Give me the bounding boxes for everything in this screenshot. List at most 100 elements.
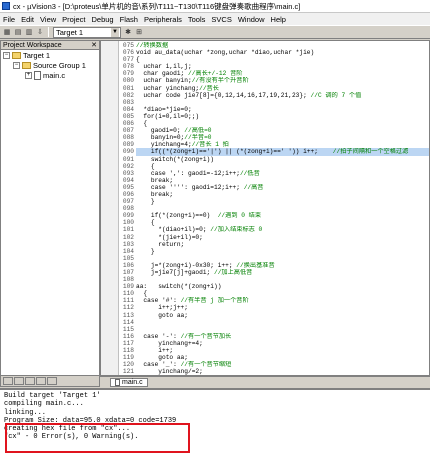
tab-books[interactable] [25, 377, 35, 385]
code-line[interactable]: 102 *(jie+il)=0; [119, 234, 429, 241]
code-line[interactable]: 101 *(diao+il)=0; //加入结束标志 0 [119, 226, 429, 233]
code-line[interactable]: 105 [119, 254, 429, 262]
code-line[interactable]: 075//转换数据 [119, 42, 429, 49]
menu-help[interactable]: Help [268, 15, 289, 24]
code-line[interactable]: 082 uchar code jie7[8]={0,12,14,16,17,19… [119, 92, 429, 99]
menu-svcs[interactable]: SVCS [208, 15, 234, 24]
line-text: goto aa; [136, 354, 188, 362]
code-line[interactable]: 114 [119, 319, 429, 326]
code-line[interactable]: 119 goto aa; [119, 354, 429, 362]
line-number: 099 [122, 212, 134, 220]
tab-templates[interactable] [47, 377, 57, 385]
code-line[interactable]: 081 uchar yinchang;//音长 [119, 85, 429, 92]
line-number: 091 [122, 155, 134, 163]
line-number: 093 [122, 169, 134, 177]
tab-files[interactable] [3, 377, 13, 385]
project-workspace: Project Workspace ✕ − Target 1 − Source … [0, 40, 100, 387]
code-line[interactable]: 118 i++; [119, 347, 429, 354]
code-line[interactable]: 106 j=*(zong+i)-0x30; i++; //换出基准音 [119, 262, 429, 269]
code-line[interactable]: 113 goto aa; [119, 311, 429, 319]
line-number: 078 [122, 63, 134, 71]
menu-view[interactable]: View [37, 15, 59, 24]
tree-item-source-group[interactable]: − Source Group 1 [1, 60, 99, 70]
tree-item-main-c[interactable]: + main.c [1, 70, 99, 80]
code-line[interactable]: 091 switch(*(zong+i)) [119, 155, 429, 163]
menu-project[interactable]: Project [59, 15, 88, 24]
code-line[interactable]: 077{ [119, 56, 429, 64]
menu-file[interactable]: File [0, 15, 18, 24]
code-line[interactable]: 078 uchar i,il,j; [119, 63, 429, 71]
toolbar-separator [48, 27, 49, 37]
line-number: 096 [122, 190, 134, 198]
code-line[interactable]: 090 if((*(zong+i)=='|') || (*(zong+i)=='… [119, 148, 429, 156]
line-number: 105 [122, 254, 134, 262]
menu-flash[interactable]: Flash [117, 15, 141, 24]
translate-icon[interactable]: ▥ [24, 27, 34, 37]
code-line[interactable]: 093 case ',': gaodi=-12;i++;//低音 [119, 169, 429, 177]
tab-functions[interactable] [36, 377, 46, 385]
menu-window[interactable]: Window [235, 15, 268, 24]
title-bar: cx - µVision3 - [D:\proteus\单片机的音\系列\T11… [0, 0, 430, 13]
file-icon [34, 70, 41, 80]
code-line[interactable]: 092 { [119, 163, 429, 170]
load-icon[interactable]: ⇩ [35, 27, 45, 37]
code-line[interactable]: 080 uchar banyin;//有没有半个升音阶 [119, 77, 429, 84]
code-line[interactable]: 112 i++;j++; [119, 304, 429, 311]
code-line[interactable]: 095 case '''': gaodi=12;i++; //高音 [119, 184, 429, 191]
line-text: return; [136, 240, 185, 248]
code-line[interactable]: 108 [119, 276, 429, 283]
code-line[interactable]: 085 for(i=0,il=0;;) [119, 112, 429, 120]
line-text: { [136, 56, 140, 64]
code-line[interactable]: 096 break; [119, 190, 429, 198]
menu-peripherals[interactable]: Peripherals [141, 15, 185, 24]
code-line[interactable]: 117 yinchang+=4; [119, 340, 429, 347]
line-number: 085 [122, 112, 134, 120]
collapse-icon[interactable]: − [3, 51, 10, 59]
code-line[interactable]: 116 case '-': //有一个音节加长 [119, 333, 429, 340]
app-icon [2, 2, 10, 10]
editor-gutter[interactable] [101, 41, 119, 375]
chevron-down-icon[interactable]: ▼ [111, 27, 119, 37]
code-line[interactable]: 115 [119, 326, 429, 333]
code-line[interactable]: 076 void au_data(uchar *zong,uchar *diao,… [119, 49, 429, 56]
code-line[interactable]: 121 yinchang/=2; [119, 368, 429, 375]
code-line[interactable]: 097 } [119, 198, 429, 205]
menu-tools[interactable]: Tools [185, 15, 209, 24]
tab-regs[interactable] [14, 377, 24, 385]
code-line[interactable]: 104 } [119, 248, 429, 255]
tree-item-target[interactable]: − Target 1 [1, 50, 99, 60]
line-text: *diao=*jie=0; [136, 105, 192, 113]
code-line[interactable]: 098 [119, 205, 429, 212]
line-text: goto aa; [136, 311, 188, 319]
tab-main-c[interactable]: main.c [110, 377, 148, 387]
code-line[interactable]: 084 *diao=*jie=0; [119, 105, 429, 113]
code-line[interactable]: 107 j=jie7[j]+gaodi; //加上高低音 [119, 269, 429, 276]
code-line[interactable]: 100 { [119, 219, 429, 226]
close-icon[interactable]: ✕ [91, 41, 97, 49]
code-line[interactable]: 099 if(*(zong+i)==0) //遇到 0 结束 [119, 212, 429, 220]
target-select[interactable]: Target 1 ▼ [53, 26, 121, 38]
code-line[interactable]: 086 { [119, 120, 429, 127]
build-icon[interactable]: ▦ [2, 27, 12, 37]
code-line[interactable]: 109 aa: switch(*(zong+i)) [119, 283, 429, 290]
components-icon[interactable]: ⊞ [134, 27, 144, 37]
menu-debug[interactable]: Debug [89, 15, 117, 24]
menu-edit[interactable]: Edit [18, 15, 37, 24]
code-editor[interactable]: 075//转换数据 076 void au_data(uchar *zong,uch… [100, 40, 430, 376]
options-icon[interactable]: ✱ [123, 27, 133, 37]
code-line[interactable]: 110 { [119, 290, 429, 297]
code-line[interactable]: 111 case '#': //有半音 j 加一个音阶 [119, 297, 429, 304]
code-line[interactable]: 088 banyin=0;//半音=0 [119, 134, 429, 141]
code-line[interactable]: 094 break; [119, 177, 429, 184]
collapse-icon[interactable]: − [13, 61, 20, 69]
code-line[interactable]: 103 return; [119, 240, 429, 248]
code-line[interactable]: 083 [119, 99, 429, 106]
rebuild-icon[interactable]: ▤ [13, 27, 23, 37]
code-line[interactable]: 087 gaodi=0; //高低=0 [119, 127, 429, 134]
expand-icon[interactable]: + [25, 71, 32, 79]
code-line[interactable]: 120 case '_': //有一个音节缩短 [119, 361, 429, 368]
code-line[interactable]: 089 yinchang=4;//音长 1 拍 [119, 141, 429, 148]
build-output[interactable]: Build target 'Target 1' compiling main.c.… [0, 388, 430, 461]
code-area[interactable]: 075//转换数据 076 void au_data(uchar *zong,uch… [119, 42, 429, 375]
code-line[interactable]: 079 char gaodi; //高长+/-12 音阶 [119, 70, 429, 77]
